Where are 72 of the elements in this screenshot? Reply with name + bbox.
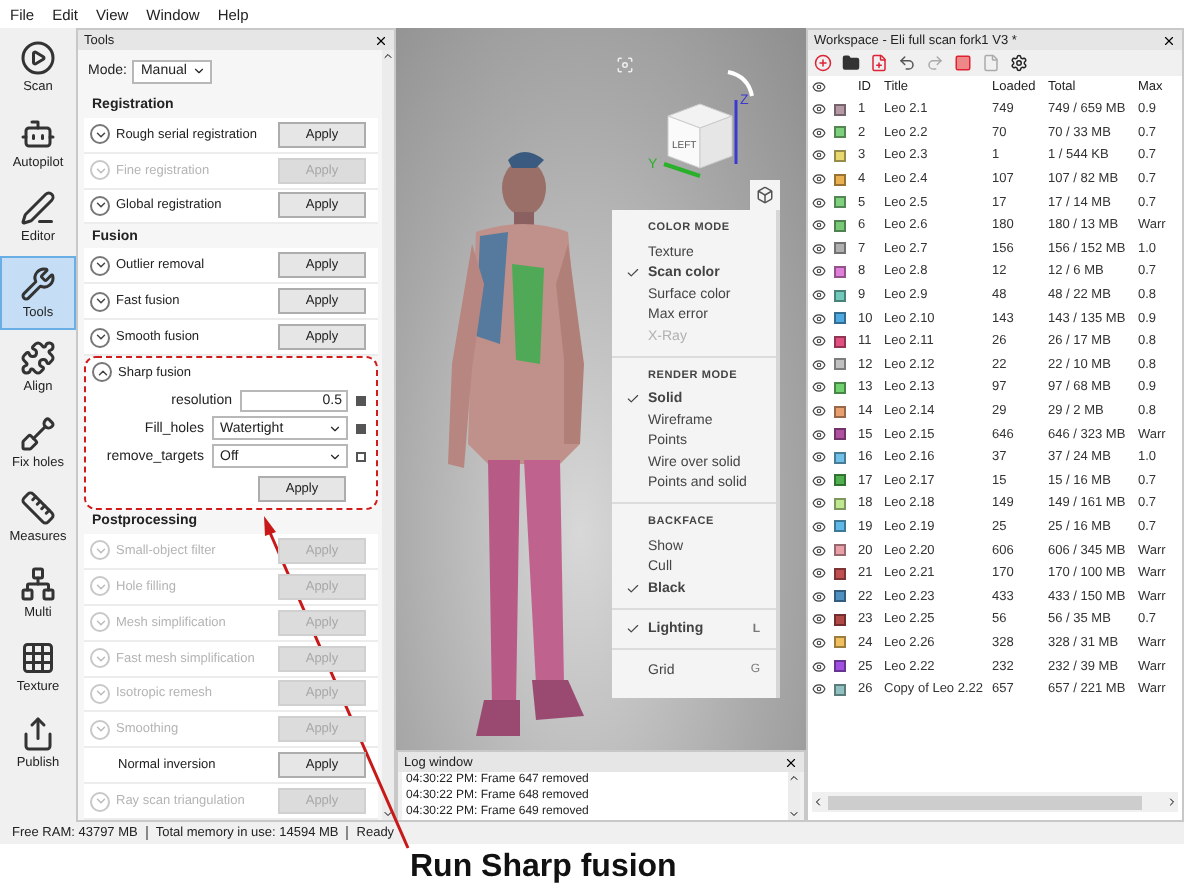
expand-icon[interactable]: [90, 255, 110, 276]
share-icon: [20, 715, 56, 752]
close-icon[interactable]: [374, 33, 388, 47]
eye-icon[interactable]: [812, 612, 826, 627]
eye-icon[interactable]: [812, 450, 826, 465]
eye-icon: [812, 80, 826, 94]
wrench-icon: [20, 265, 56, 302]
check-icon: [626, 266, 640, 281]
eye-icon[interactable]: [812, 380, 826, 395]
eye-icon[interactable]: [812, 334, 826, 349]
close-icon[interactable]: [784, 755, 798, 769]
eye-icon[interactable]: [812, 519, 826, 534]
eye-icon[interactable]: [812, 264, 826, 279]
add-icon[interactable]: [814, 54, 832, 72]
check-icon: [626, 622, 640, 637]
play-circle-icon: [20, 40, 56, 77]
settings-icon[interactable]: [1010, 54, 1028, 72]
eye-icon[interactable]: [812, 589, 826, 604]
eye-icon[interactable]: [812, 566, 826, 581]
caption: Run Sharp fusion: [410, 850, 677, 886]
eye-icon[interactable]: [812, 172, 826, 187]
scroll-up-icon[interactable]: [382, 50, 394, 62]
scrollbar[interactable]: [788, 772, 800, 820]
scroll-up-icon[interactable]: [788, 772, 800, 784]
expand-icon[interactable]: [90, 195, 110, 216]
eye-icon[interactable]: [812, 635, 826, 650]
scrollbar[interactable]: [812, 792, 1178, 812]
eye-icon[interactable]: [812, 404, 826, 419]
expand-icon[interactable]: [90, 327, 110, 348]
collapse-icon[interactable]: [92, 362, 112, 383]
expand-icon[interactable]: [90, 124, 110, 145]
option-checkbox[interactable]: [356, 423, 366, 434]
square-icon[interactable]: [954, 54, 972, 72]
expand-icon[interactable]: [90, 291, 110, 312]
check-icon: [626, 392, 640, 407]
scrollbar[interactable]: [382, 50, 394, 820]
ruler-icon: [20, 490, 56, 527]
file-plus-icon[interactable]: [870, 54, 888, 72]
eye-icon[interactable]: [812, 543, 826, 558]
check-icon: [626, 581, 640, 596]
eye-icon[interactable]: [812, 311, 826, 326]
eye-icon[interactable]: [812, 288, 826, 303]
eye-icon[interactable]: [812, 102, 826, 117]
eye-icon[interactable]: [812, 148, 826, 163]
option-checkbox[interactable]: [356, 395, 366, 406]
eye-icon[interactable]: [812, 473, 826, 488]
scroll-right-icon[interactable]: [1166, 796, 1178, 808]
chevron-down-icon: [192, 64, 207, 79]
eye-icon[interactable]: [812, 682, 826, 697]
close-icon[interactable]: [1162, 33, 1176, 47]
navigation-cube-drawing[interactable]: [663, 70, 754, 178]
scroll-left-icon[interactable]: [812, 796, 824, 808]
scroll-down-icon[interactable]: [788, 808, 800, 820]
pen-icon: [20, 190, 56, 227]
eye-icon[interactable]: [812, 241, 826, 256]
grid-icon: [20, 640, 56, 677]
network-icon: [20, 565, 56, 602]
eye-icon[interactable]: [812, 496, 826, 511]
cube-icon[interactable]: [750, 180, 780, 210]
folder-icon[interactable]: [842, 54, 860, 72]
eye-icon[interactable]: [812, 218, 826, 233]
option-checkbox[interactable]: [356, 451, 366, 462]
robot-icon: [20, 115, 56, 152]
eye-icon[interactable]: [812, 659, 826, 674]
undo-icon[interactable]: [898, 54, 916, 72]
eye-icon[interactable]: [812, 195, 826, 210]
scroll-down-icon[interactable]: [382, 808, 394, 820]
eye-icon[interactable]: [812, 357, 826, 372]
shovel-icon: [20, 415, 56, 452]
eye-icon[interactable]: [812, 125, 826, 140]
eye-icon[interactable]: [812, 427, 826, 442]
puzzle-icon: [20, 340, 56, 377]
